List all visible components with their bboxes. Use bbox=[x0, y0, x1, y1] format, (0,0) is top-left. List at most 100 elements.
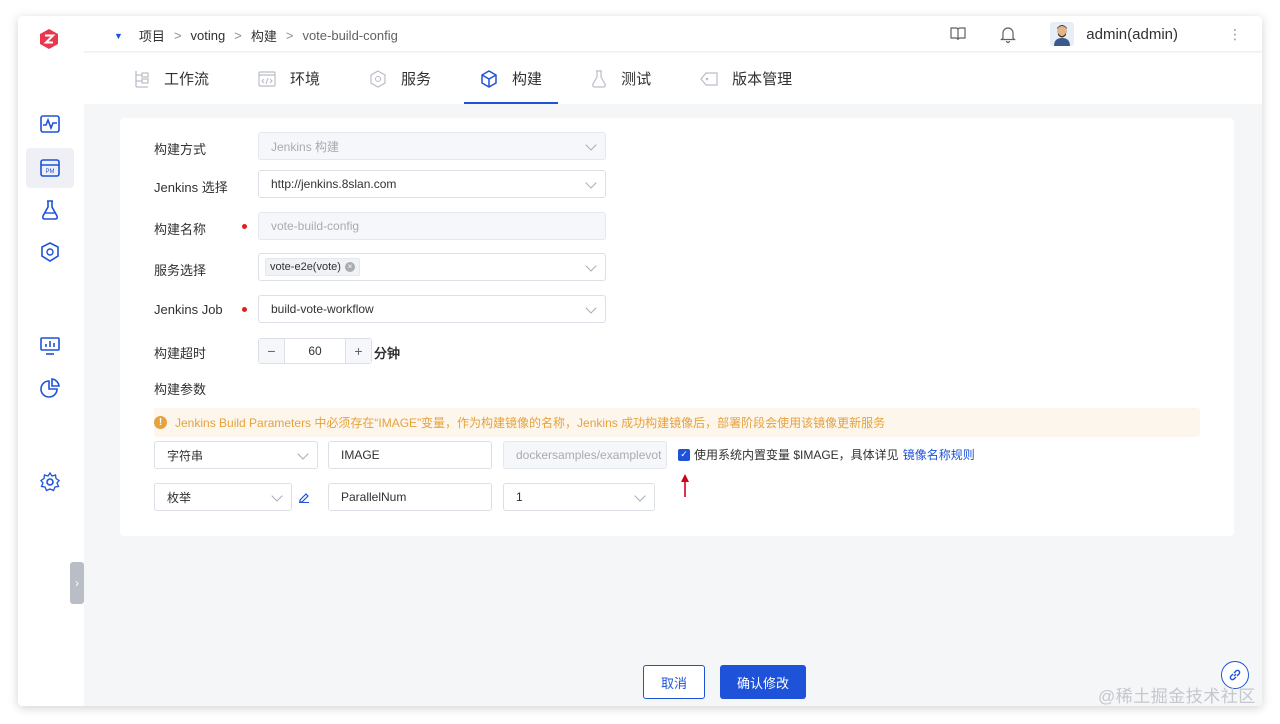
param-value: 1 bbox=[516, 490, 523, 504]
jenkins-job-value: build-vote-workflow bbox=[271, 302, 374, 316]
param-type-select[interactable]: 字符串 bbox=[154, 441, 318, 469]
builtin-var-checkbox-row: ✓ 使用系统内置变量 $IMAGE，具体详见 镜像名称规则 bbox=[678, 446, 975, 463]
settings-gear-icon[interactable] bbox=[26, 462, 74, 502]
chevron-down-icon bbox=[271, 490, 283, 502]
param-value: dockersamples/examplevot bbox=[516, 448, 662, 462]
image-name-rules-link[interactable]: 镜像名称规则 bbox=[903, 446, 975, 463]
tab-build[interactable]: 构建 bbox=[464, 53, 559, 104]
breadcrumb-item-project[interactable]: 项目 bbox=[139, 26, 165, 45]
param-name-input[interactable]: IMAGE bbox=[328, 441, 492, 469]
tab-label: 服务 bbox=[401, 71, 432, 88]
param-value-input: dockersamples/examplevot bbox=[503, 441, 667, 469]
builtin-var-text: 使用系统内置变量 $IMAGE，具体详见 bbox=[694, 448, 899, 462]
jenkins-select-value: http://jenkins.8slan.com bbox=[271, 177, 397, 191]
chip-close-icon[interactable]: × bbox=[344, 262, 355, 272]
build-config-form: 构建方式 Jenkins 构建 Jenkins 选择 http://jenkin… bbox=[120, 118, 1234, 536]
environment-icon bbox=[258, 70, 276, 87]
user-name[interactable]: admin(admin) bbox=[1086, 26, 1178, 43]
avatar[interactable] bbox=[1050, 22, 1075, 46]
chevron-down-icon bbox=[585, 139, 597, 151]
tab-label: 工作流 bbox=[164, 71, 210, 88]
top-bar: ▼ 项目 > voting > 构建 > vote-build-config a… bbox=[84, 16, 1262, 52]
version-icon bbox=[700, 71, 718, 86]
tab-workflow[interactable]: 工作流 bbox=[118, 53, 225, 104]
timeout-label: 构建超时 bbox=[154, 346, 207, 361]
package-settings-icon[interactable] bbox=[26, 232, 74, 272]
required-marker bbox=[242, 307, 247, 312]
more-vertical-icon[interactable]: ⋮ bbox=[1228, 27, 1242, 41]
warning-icon: ! bbox=[154, 416, 167, 429]
tab-label: 环境 bbox=[290, 71, 321, 88]
build-params-label: 构建参数 bbox=[154, 382, 207, 397]
svg-text:PM: PM bbox=[46, 169, 55, 175]
service-chip: vote-e2e(vote) × bbox=[265, 258, 360, 276]
param-name-input[interactable]: ParallelNum bbox=[328, 483, 492, 511]
tab-test[interactable]: 测试 bbox=[575, 53, 667, 104]
tab-version[interactable]: 版本管理 bbox=[684, 53, 808, 104]
chevron-down-icon bbox=[585, 302, 597, 314]
build-method-select: Jenkins 构建 bbox=[258, 132, 606, 160]
confirm-modify-button[interactable]: 确认修改 bbox=[720, 665, 806, 699]
param-name-value: IMAGE bbox=[341, 448, 380, 462]
breadcrumb-separator: > bbox=[285, 28, 294, 43]
cancel-button[interactable]: 取消 bbox=[643, 665, 705, 699]
flask-icon[interactable] bbox=[26, 190, 74, 230]
breadcrumb-separator: > bbox=[234, 28, 242, 43]
param-type-value: 字符串 bbox=[167, 448, 204, 463]
chevron-down-icon bbox=[297, 448, 309, 460]
tab-environment[interactable]: 环境 bbox=[242, 53, 336, 104]
param-value-select[interactable]: 1 bbox=[503, 483, 655, 511]
breadcrumb-item-build[interactable]: 构建 bbox=[251, 26, 277, 45]
build-name-value: vote-build-config bbox=[271, 219, 360, 233]
breadcrumb-item-voting[interactable]: voting bbox=[191, 28, 226, 43]
build-method-label: 构建方式 bbox=[154, 142, 207, 157]
chevron-down-icon bbox=[585, 177, 597, 189]
workflow-icon bbox=[134, 70, 150, 88]
timeout-value[interactable]: 60 bbox=[285, 339, 345, 363]
project-manage-icon[interactable]: PM bbox=[26, 148, 74, 188]
breadcrumb: ▼ 项目 > voting > 构建 > vote-build-config bbox=[114, 26, 398, 45]
tab-label: 版本管理 bbox=[732, 71, 793, 88]
service-select[interactable]: vote-e2e(vote) × bbox=[258, 253, 606, 281]
jenkins-select-label: Jenkins 选择 bbox=[154, 180, 228, 195]
build-icon bbox=[480, 69, 498, 88]
red-arrow-annotation bbox=[681, 474, 689, 497]
dashboard-icon[interactable] bbox=[26, 326, 74, 366]
tab-label: 测试 bbox=[621, 71, 652, 88]
jenkins-select[interactable]: http://jenkins.8slan.com bbox=[258, 170, 606, 198]
logo-icon[interactable] bbox=[38, 28, 60, 50]
build-name-input: vote-build-config bbox=[258, 212, 606, 240]
decrement-button[interactable]: − bbox=[259, 339, 285, 363]
param-type-select[interactable]: 枚举 bbox=[154, 483, 292, 511]
breadcrumb-item-current: vote-build-config bbox=[302, 28, 398, 43]
builtin-var-checkbox[interactable]: ✓ bbox=[678, 448, 690, 461]
tab-label: 构建 bbox=[512, 71, 543, 88]
top-right-tools: admin(admin) ⋮ bbox=[950, 22, 1242, 46]
timeout-stepper: − 60 + bbox=[258, 338, 372, 364]
sidebar: PM › bbox=[18, 16, 84, 706]
jenkins-job-label: Jenkins Job bbox=[154, 302, 223, 317]
increment-button[interactable]: + bbox=[345, 339, 371, 363]
breadcrumb-separator: > bbox=[173, 28, 182, 43]
service-select-label: 服务选择 bbox=[154, 263, 207, 278]
jenkins-job-select[interactable]: build-vote-workflow bbox=[258, 295, 606, 323]
pie-chart-icon[interactable] bbox=[26, 368, 74, 408]
bell-icon[interactable] bbox=[1000, 26, 1017, 43]
book-icon[interactable] bbox=[950, 27, 966, 41]
param-name-value: ParallelNum bbox=[341, 490, 407, 504]
caret-down-icon[interactable]: ▼ bbox=[114, 31, 123, 41]
build-name-label: 构建名称 bbox=[154, 222, 207, 237]
timeout-unit: 分钟 bbox=[374, 346, 401, 361]
chevron-down-icon bbox=[634, 490, 646, 502]
app-window: PM › ▼ 项目 > voting > 构建 > vote-build-con… bbox=[18, 16, 1262, 706]
sidebar-expand-toggle[interactable]: › bbox=[70, 562, 84, 604]
build-params-alert: ! Jenkins Build Parameters 中必须存在“IMAGE”变… bbox=[154, 408, 1200, 437]
monitor-pulse-icon[interactable] bbox=[26, 104, 74, 144]
edit-icon[interactable] bbox=[298, 491, 310, 503]
watermark: @稀土掘金技术社区 bbox=[1098, 687, 1256, 706]
tab-service[interactable]: 服务 bbox=[353, 53, 447, 104]
required-marker bbox=[242, 224, 247, 229]
build-method-value: Jenkins 构建 bbox=[271, 139, 340, 154]
alert-text: Jenkins Build Parameters 中必须存在“IMAGE”变量，… bbox=[175, 416, 886, 430]
chevron-down-icon bbox=[585, 260, 597, 272]
